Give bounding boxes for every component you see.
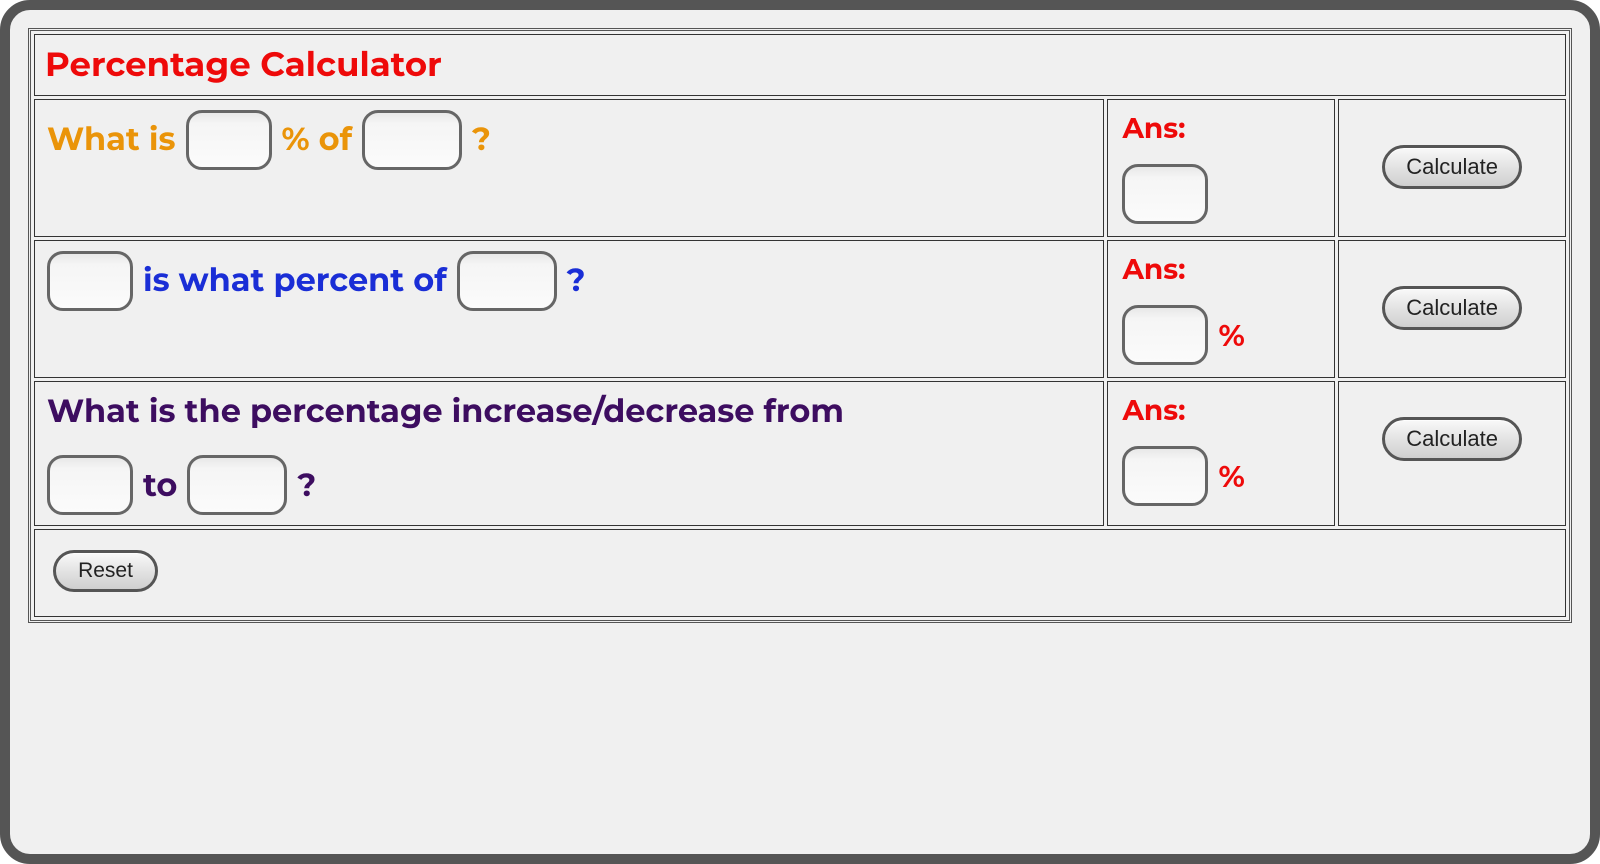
reset-row: Reset [34,529,1566,617]
q1-text-mid: % of [282,110,352,171]
q1-input-percent[interactable] [186,110,272,170]
q2-text-post: ? [567,251,586,312]
question-3: What is the percentage increase/decrease… [47,392,1091,515]
q1-text-post: ? [472,110,491,171]
q2-input-part[interactable] [47,251,133,311]
q3-input-to[interactable] [187,455,287,515]
row-what-percent: is what percent of ? Ans: % Calculate [34,240,1566,378]
q2-text-mid: is what percent of [143,251,447,312]
question-2: is what percent of ? [47,251,1091,312]
question-1: What is % of ? [47,110,1091,171]
page-title: Percentage Calculator [45,43,1555,85]
q2-calculate-button[interactable]: Calculate [1382,286,1522,330]
row-increase-decrease: What is the percentage increase/decrease… [34,381,1566,526]
q3-text-line1: What is the percentage increase/decrease… [47,392,1091,431]
q2-percent-symbol: % [1218,317,1244,354]
q3-answer-output[interactable] [1122,446,1208,506]
q3-input-from[interactable] [47,455,133,515]
q3-text-to: to [143,466,177,505]
q2-ans-label: Ans: [1122,253,1320,287]
q3-text-post: ? [297,466,316,505]
q1-input-of[interactable] [362,110,462,170]
row-percent-of: What is % of ? Ans: Calculate [34,99,1566,237]
q1-ans-label: Ans: [1122,112,1320,146]
reset-button[interactable]: Reset [53,550,158,592]
q2-input-whole[interactable] [457,251,557,311]
q3-ans-label: Ans: [1122,394,1320,428]
q3-calculate-button[interactable]: Calculate [1382,417,1522,461]
q2-answer-output[interactable] [1122,305,1208,365]
calculator-frame: Percentage Calculator What is % of ? Ans… [0,0,1600,864]
header-row: Percentage Calculator [34,34,1566,96]
q1-answer-output[interactable] [1122,164,1208,224]
q3-percent-symbol: % [1218,458,1244,495]
calculator-table: Percentage Calculator What is % of ? Ans… [28,28,1572,623]
q1-calculate-button[interactable]: Calculate [1382,145,1522,189]
q1-text-pre: What is [47,110,176,171]
